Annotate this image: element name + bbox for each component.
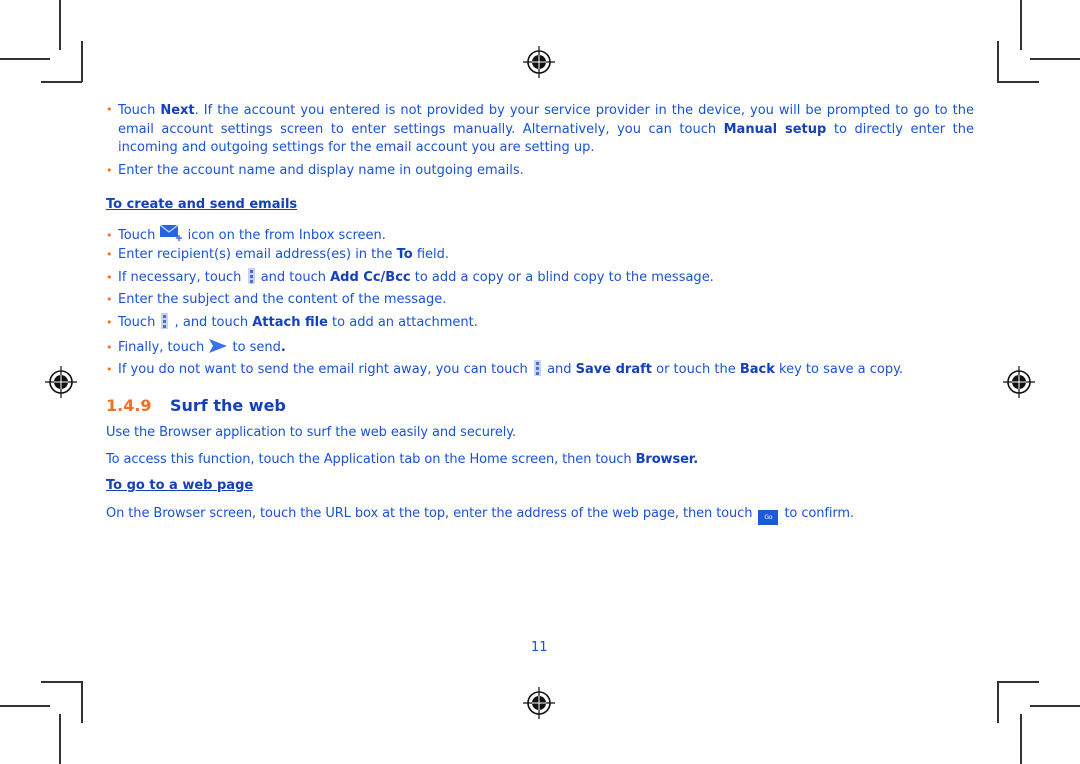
- crop-mark: [1030, 58, 1080, 60]
- text: Enter the subject and the content of the…: [118, 292, 447, 307]
- list-item: • Finally, touch to send.: [106, 338, 286, 357]
- text: Finally, touch: [118, 340, 209, 355]
- text: field.: [412, 247, 450, 262]
- paragraph: Use the Browser application to surf the …: [106, 425, 517, 440]
- crop-mark: [997, 681, 999, 723]
- bullet-icon: •: [106, 293, 113, 306]
- registration-mark-icon: [45, 366, 77, 398]
- text: To access this function, touch the Appli…: [106, 452, 636, 467]
- bold-term: Attach file: [252, 315, 328, 330]
- text: icon on the from Inbox screen.: [183, 228, 386, 243]
- bold-term: Manual setup: [723, 121, 827, 137]
- crop-mark: [1030, 705, 1080, 707]
- crop-mark: [81, 681, 83, 723]
- section-number: 1.4.9: [106, 396, 152, 415]
- text: Enter the account name and display name …: [118, 163, 524, 178]
- registration-mark-icon: [523, 46, 555, 78]
- bullet-icon: •: [106, 103, 113, 116]
- text: Touch: [118, 103, 161, 118]
- list-item: • Enter the account name and display name…: [106, 162, 524, 180]
- overflow-menu-icon: [247, 268, 255, 284]
- bullet-icon: •: [106, 271, 113, 284]
- overflow-menu-icon: [161, 313, 169, 329]
- bold-term: Save draft: [575, 362, 652, 377]
- text: If you do not want to send the email rig…: [118, 362, 532, 377]
- bullet-icon: •: [106, 248, 113, 261]
- list-item: Touch Next. If the account you entered i…: [118, 102, 974, 158]
- text: to send: [228, 340, 281, 355]
- text: to confirm.: [780, 506, 854, 521]
- registration-mark-icon: [1003, 366, 1035, 398]
- paragraph: To access this function, touch the Appli…: [106, 451, 698, 469]
- send-icon: [208, 338, 228, 354]
- subheading: To go to a web page: [106, 478, 254, 493]
- text: to add an attachment.: [327, 315, 478, 330]
- bullet-icon: •: [106, 229, 113, 242]
- crop-mark: [1020, 0, 1022, 50]
- text: , and touch: [170, 315, 253, 330]
- bullet-icon: •: [106, 164, 113, 177]
- crop-mark: [59, 714, 61, 764]
- list-item: • Touch , and touch Attach file to add an…: [106, 313, 478, 332]
- text: to add a copy or a blind copy to the mes…: [410, 270, 714, 285]
- list-item: • If necessary, touch and touch Add Cc/Bc…: [106, 268, 714, 287]
- crop-mark: [997, 681, 1039, 683]
- crop-mark: [0, 58, 50, 60]
- list-item: • Enter recipient(s) email address(es) in…: [106, 246, 449, 264]
- text: and: [542, 362, 576, 377]
- crop-mark: [41, 81, 82, 83]
- crop-mark: [0, 705, 50, 707]
- paragraph: On the Browser screen, touch the URL box…: [106, 505, 854, 525]
- text: Enter recipient(s) email address(es) in …: [118, 247, 397, 262]
- list-item: • If you do not want to send the email ri…: [106, 360, 903, 379]
- bold-term: Back: [739, 362, 775, 377]
- list-item: • Enter the subject and the content of th…: [106, 291, 446, 309]
- bold-term: Next: [160, 103, 195, 118]
- crop-mark: [1020, 714, 1022, 764]
- crop-mark: [81, 41, 83, 82]
- bullet-icon: •: [106, 363, 113, 376]
- section-title: Surf the web: [170, 396, 286, 415]
- text: If necessary, touch: [118, 270, 246, 285]
- envelope-plus-icon: [159, 224, 183, 241]
- subheading: To create and send emails: [106, 197, 298, 212]
- bold-term: Browser.: [635, 452, 699, 467]
- text: or touch the: [651, 362, 740, 377]
- overflow-menu-icon: [533, 360, 541, 376]
- list-item: • Touch icon on the from Inbox screen.: [106, 224, 386, 245]
- text: .: [280, 340, 286, 355]
- bullet-icon: •: [106, 316, 113, 329]
- crop-mark: [997, 81, 1039, 83]
- text: On the Browser screen, touch the URL box…: [106, 506, 757, 521]
- crop-mark: [59, 0, 61, 50]
- text: and touch: [256, 270, 331, 285]
- go-button-icon: Go: [758, 510, 779, 525]
- text: Touch: [118, 228, 160, 243]
- registration-mark-icon: [523, 687, 555, 719]
- crop-mark: [997, 41, 999, 82]
- text: Touch: [118, 315, 160, 330]
- bullet-icon: •: [106, 341, 113, 354]
- page-number: 11: [531, 640, 548, 655]
- bold-term: To: [396, 247, 413, 262]
- text: key to save a copy.: [774, 362, 904, 377]
- bold-term: Add Cc/Bcc: [330, 270, 411, 285]
- crop-mark: [41, 681, 82, 683]
